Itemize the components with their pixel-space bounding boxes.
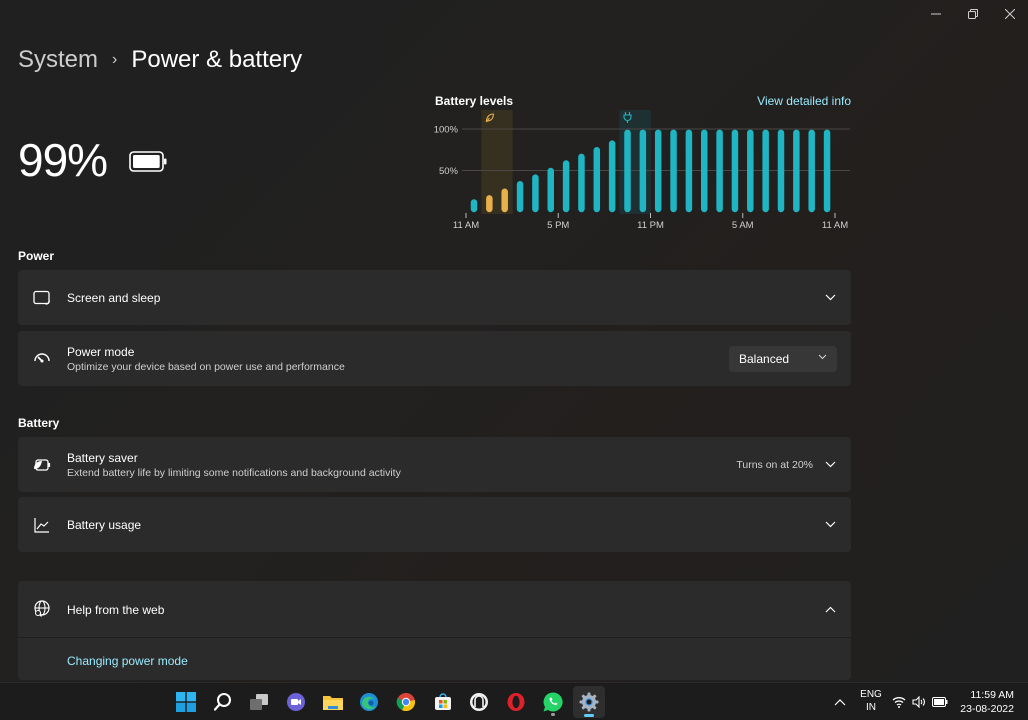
clock[interactable]: 11:59 AM 23-08-2022 bbox=[960, 688, 1014, 716]
minimize-button[interactable] bbox=[917, 0, 954, 28]
taskbar-opera[interactable] bbox=[500, 686, 532, 718]
minimize-icon bbox=[930, 13, 941, 15]
running-indicator bbox=[551, 713, 555, 716]
whatsapp-icon bbox=[543, 692, 563, 712]
battery-saver-icon bbox=[33, 456, 51, 474]
speedometer-icon bbox=[33, 350, 51, 368]
plugged-in-band bbox=[619, 110, 651, 214]
battery-saver-status: Turns on at 20% bbox=[736, 458, 813, 471]
settings-gear-icon bbox=[579, 692, 599, 712]
power-mode-dropdown[interactable]: Balanced bbox=[729, 345, 837, 372]
power-mode-card: Power mode Optimize your device based on… bbox=[18, 331, 851, 386]
taskbar-app[interactable] bbox=[463, 686, 495, 718]
chrome-icon bbox=[396, 693, 416, 712]
help-divider bbox=[18, 637, 851, 638]
help-from-web-header[interactable]: Help from the web bbox=[18, 581, 851, 637]
x-tick-label: 5 AM bbox=[732, 220, 754, 231]
battery-icon bbox=[129, 151, 167, 172]
x-tick-label: 11 PM bbox=[637, 220, 664, 231]
breadcrumb-system[interactable]: System bbox=[18, 46, 98, 74]
page-title: Power & battery bbox=[131, 46, 303, 73]
taskbar-search[interactable] bbox=[207, 686, 239, 718]
screen-sleep-icon bbox=[33, 289, 51, 307]
store-icon bbox=[435, 693, 451, 710]
breadcrumb-separator: › bbox=[112, 51, 118, 68]
clock-time: 11:59 AM bbox=[970, 689, 1014, 701]
chevron-up-icon[interactable] bbox=[823, 602, 837, 616]
taskbar: ENG IN 11:59 AM 23-08-2022 bbox=[0, 682, 1028, 720]
tray-overflow-button[interactable] bbox=[826, 686, 854, 718]
volume-icon bbox=[912, 696, 925, 708]
language-indicator[interactable]: ENG IN bbox=[860, 688, 882, 714]
teams-chat-icon bbox=[287, 693, 305, 711]
app-icon bbox=[470, 693, 488, 711]
chart-canvas: 100% 50% 11 AM 5 PM 11 PM 5 AM 11 AM bbox=[434, 110, 850, 231]
close-icon bbox=[1004, 9, 1015, 19]
section-label-battery: Battery bbox=[18, 416, 60, 430]
x-tick-label: 11 AM bbox=[453, 220, 479, 231]
opera-icon bbox=[507, 693, 525, 711]
breadcrumb: System › Power & battery bbox=[18, 46, 302, 74]
battery-levels-chart: 100% 50% 11 AM 5 PM 11 PM 5 AM 11 AM Battery l… bbox=[430, 90, 855, 240]
y-tick-label: 100% bbox=[434, 125, 459, 136]
taskbar-file-explorer[interactable] bbox=[317, 686, 349, 718]
active-indicator bbox=[584, 714, 594, 717]
search-icon bbox=[213, 693, 231, 711]
settings-window: System › Power & battery 99% 100% 50% 11 A… bbox=[0, 0, 1028, 682]
taskbar-store[interactable] bbox=[427, 686, 459, 718]
taskbar-edge[interactable] bbox=[353, 686, 385, 718]
chart-title: Battery levels bbox=[435, 94, 514, 108]
quick-settings-button[interactable] bbox=[890, 686, 950, 718]
battery-saver-subtitle: Extend battery life by limiting some not… bbox=[67, 466, 401, 479]
window-controls bbox=[917, 0, 1028, 28]
battery-percentage: 99% bbox=[18, 134, 108, 186]
battery-usage-title: Battery usage bbox=[67, 517, 142, 532]
close-button[interactable] bbox=[991, 0, 1028, 28]
view-detailed-info-link[interactable]: View detailed info bbox=[757, 94, 851, 108]
battery-tray-icon bbox=[932, 697, 948, 707]
power-mode-title: Power mode bbox=[67, 344, 135, 359]
battery-saver-band bbox=[481, 110, 513, 214]
power-mode-subtitle: Optimize your device based on power use … bbox=[67, 360, 345, 373]
screen-and-sleep-card[interactable]: Screen and sleep bbox=[18, 270, 851, 325]
language-region: IN bbox=[866, 702, 876, 713]
clock-date: 23-08-2022 bbox=[960, 703, 1014, 715]
taskbar-task-view[interactable] bbox=[243, 686, 275, 718]
wifi-icon bbox=[892, 697, 906, 708]
taskbar-whatsapp[interactable] bbox=[537, 686, 569, 718]
taskbar-chrome[interactable] bbox=[390, 686, 422, 718]
battery-usage-card[interactable]: Battery usage bbox=[18, 497, 851, 552]
x-tick-label: 11 AM bbox=[822, 220, 848, 231]
edge-icon bbox=[360, 693, 378, 711]
screen-and-sleep-title: Screen and sleep bbox=[67, 290, 161, 305]
restore-icon bbox=[967, 9, 978, 19]
taskbar-start[interactable] bbox=[170, 686, 202, 718]
chevron-up-icon bbox=[834, 699, 846, 706]
chevron-down-icon bbox=[818, 354, 827, 359]
taskbar-settings[interactable] bbox=[573, 686, 605, 718]
section-label-power: Power bbox=[18, 249, 55, 263]
windows-start-icon bbox=[176, 692, 196, 712]
chart-line-icon bbox=[33, 516, 51, 534]
battery-saver-title: Battery saver bbox=[67, 450, 138, 465]
battery-saver-card[interactable]: Battery saver Extend battery life by lim… bbox=[18, 437, 851, 492]
power-mode-selected: Balanced bbox=[739, 351, 790, 366]
globe-search-icon bbox=[33, 600, 51, 618]
help-link-changing-power-mode[interactable]: Changing power mode bbox=[67, 654, 188, 668]
chevron-down-icon[interactable] bbox=[823, 518, 837, 532]
chevron-down-icon[interactable] bbox=[823, 458, 837, 472]
y-tick-label: 50% bbox=[439, 166, 459, 177]
folder-icon bbox=[323, 696, 343, 710]
x-tick-label: 5 PM bbox=[547, 220, 569, 231]
task-view-icon bbox=[250, 694, 268, 710]
chevron-down-icon[interactable] bbox=[823, 291, 837, 305]
language-code: ENG bbox=[860, 689, 882, 700]
help-from-web-title: Help from the web bbox=[67, 603, 165, 617]
restore-button[interactable] bbox=[954, 0, 991, 28]
taskbar-chat[interactable] bbox=[280, 686, 312, 718]
